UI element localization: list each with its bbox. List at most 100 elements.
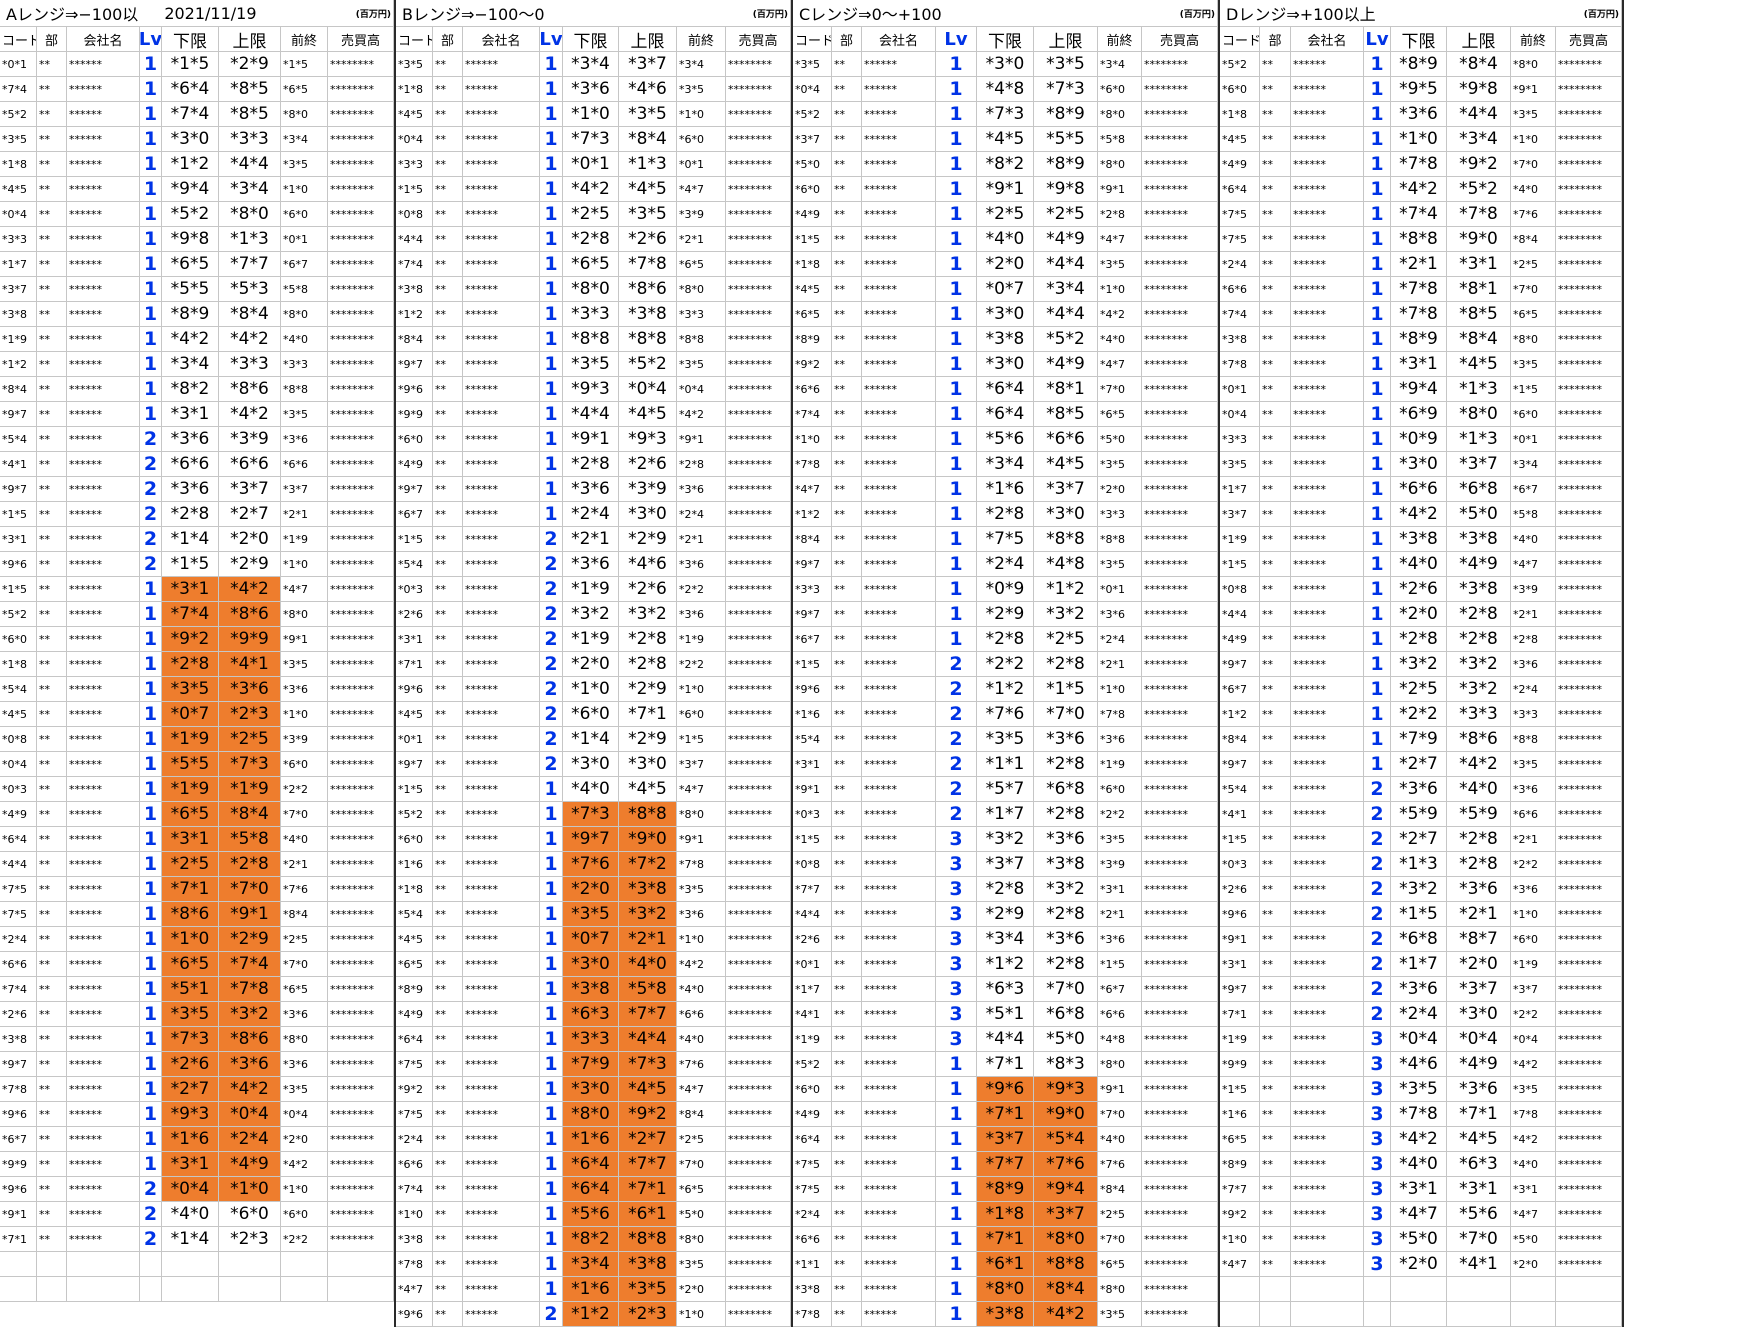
cell-lv[interactable]: 1 [140,802,162,827]
cell-bu[interactable]: ** [1260,352,1291,377]
cell-upper[interactable]: *1*3 [1447,427,1511,452]
table-row[interactable]: *7*1 ** ****** 2 *2*4 *3*0 *2*2 ******** [1220,1002,1622,1027]
cell-prev[interactable]: *2*1 [677,227,726,252]
table-row[interactable]: *7*8 ** ****** 1 *2*7 *4*2 *3*5 ******** [0,1077,394,1102]
cell-bu[interactable]: ** [433,352,463,377]
cell-upper[interactable]: *6*0 [219,1202,281,1227]
cell-lower[interactable]: *0*7 [162,702,219,727]
cell-bu[interactable]: ** [37,1152,67,1177]
cell-name[interactable]: ****** [463,127,540,152]
cell-prev[interactable]: *3*9 [281,727,328,752]
cell-code[interactable]: *7*5 [0,902,37,927]
cell-lv[interactable]: 1 [540,802,563,827]
cell-lv[interactable]: 1 [540,302,563,327]
cell-prev[interactable]: *3*7 [677,752,726,777]
table-row[interactable]: *1*5 ** ****** 1 *4*2 *4*5 *4*7 ******** [396,177,791,202]
cell-upper[interactable]: *2*9 [219,52,281,77]
cell-upper[interactable]: *7*0 [1034,702,1098,727]
cell-lv[interactable]: 1 [540,1252,563,1277]
cell-bu[interactable]: ** [433,702,463,727]
cell-sales[interactable]: ******** [1142,752,1218,777]
cell-sales[interactable]: ******** [328,1177,394,1202]
cell-sales[interactable]: ******** [726,752,791,777]
cell-lv[interactable]: 1 [1364,277,1391,302]
cell-bu[interactable]: ** [1260,577,1291,602]
cell-sales[interactable]: ******** [1142,502,1218,527]
cell-lower[interactable]: *3*2 [1391,877,1447,902]
cell-prev[interactable]: *2*8 [1098,202,1142,227]
cell-lower[interactable]: *1*3 [1391,852,1447,877]
cell-bu[interactable]: ** [433,952,463,977]
cell-upper[interactable]: *2*9 [219,927,281,952]
cell-sales[interactable]: ******** [328,852,394,877]
cell-bu[interactable]: ** [37,427,67,452]
cell-prev[interactable]: *4*7 [1511,552,1556,577]
cell-lv[interactable]: 1 [936,602,977,627]
cell-sales[interactable]: ******** [726,77,791,102]
cell-lv[interactable]: 1 [540,52,563,77]
cell-name[interactable]: ****** [1291,1227,1364,1252]
cell-sales[interactable]: ******** [1556,152,1622,177]
cell-prev[interactable]: *3*4 [677,52,726,77]
cell-code[interactable]: *9*6 [1220,902,1260,927]
cell-prev[interactable]: *1*5 [1098,952,1142,977]
cell-upper[interactable]: *8*4 [1034,1277,1098,1302]
cell-name[interactable] [67,1252,140,1277]
cell-code[interactable]: *6*0 [793,177,832,202]
cell-prev[interactable]: *3*5 [677,352,726,377]
cell-sales[interactable]: ******** [1142,577,1218,602]
cell-sales[interactable]: ******** [1142,1277,1218,1302]
cell-name[interactable]: ****** [862,577,936,602]
cell-name[interactable] [1291,1302,1364,1327]
cell-upper[interactable]: *3*2 [619,602,677,627]
cell-name[interactable]: ****** [67,527,140,552]
cell-upper[interactable]: *6*8 [1034,1002,1098,1027]
cell-lower[interactable]: *3*1 [162,402,219,427]
cell-sales[interactable]: ******** [1142,1102,1218,1127]
cell-bu[interactable]: ** [433,977,463,1002]
cell-sales[interactable]: ******** [726,652,791,677]
cell-name[interactable]: ****** [463,1227,540,1252]
cell-sales[interactable]: ******** [328,402,394,427]
cell-upper[interactable]: *3*6 [219,677,281,702]
cell-code[interactable]: *8*4 [0,377,37,402]
cell-bu[interactable]: ** [37,1202,67,1227]
cell-upper[interactable]: *6*1 [619,1202,677,1227]
cell-sales[interactable]: ******** [1556,927,1622,952]
cell-bu[interactable]: ** [1260,1177,1291,1202]
cell-upper[interactable]: *9*8 [1034,177,1098,202]
cell-code[interactable]: *1*5 [396,527,433,552]
cell-lv[interactable]: 2 [540,602,563,627]
cell-sales[interactable]: ******** [1142,727,1218,752]
cell-upper[interactable]: *3*7 [1034,477,1098,502]
cell-code[interactable]: *1*5 [0,577,37,602]
cell-sales[interactable]: ******** [328,177,394,202]
cell-name[interactable]: ****** [1291,77,1364,102]
cell-lower[interactable]: *3*4 [977,927,1034,952]
cell-upper[interactable]: *7*8 [219,977,281,1002]
cell-bu[interactable]: ** [433,1002,463,1027]
cell-lv[interactable]: 3 [1364,1202,1391,1227]
table-row[interactable]: *6*4 ** ****** 1 *3*3 *4*4 *4*0 ******** [396,1027,791,1052]
cell-bu[interactable]: ** [433,827,463,852]
cell-code[interactable]: *8*4 [396,327,433,352]
table-row[interactable]: *4*5 ** ****** 1 *1*0 *3*4 *1*0 ******** [1220,127,1622,152]
cell-name[interactable]: ****** [463,1277,540,1302]
cell-bu[interactable]: ** [37,252,67,277]
cell-prev[interactable]: *1*5 [1511,377,1556,402]
cell-name[interactable]: ****** [463,52,540,77]
table-row[interactable]: *7*5 ** ****** 1 *8*8 *9*0 *8*4 ******** [1220,227,1622,252]
cell-bu[interactable]: ** [433,1202,463,1227]
cell-lower[interactable]: *9*2 [162,627,219,652]
table-row[interactable]: *1*5 ** ****** 1 *4*0 *4*9 *4*7 ******** [1220,552,1622,577]
cell-code[interactable]: *3*5 [793,52,832,77]
cell-name[interactable]: ****** [862,377,936,402]
cell-code[interactable]: *0*4 [396,127,433,152]
cell-code[interactable]: *7*5 [396,1052,433,1077]
cell-upper[interactable]: *2*9 [619,727,677,752]
cell-bu[interactable]: ** [433,577,463,602]
cell-name[interactable]: ****** [1291,677,1364,702]
cell-sales[interactable]: ******** [726,402,791,427]
table-row[interactable]: *5*4 ** ****** 2 *3*6 *3*9 *3*6 ******** [0,427,394,452]
cell-code[interactable]: *4*4 [396,227,433,252]
